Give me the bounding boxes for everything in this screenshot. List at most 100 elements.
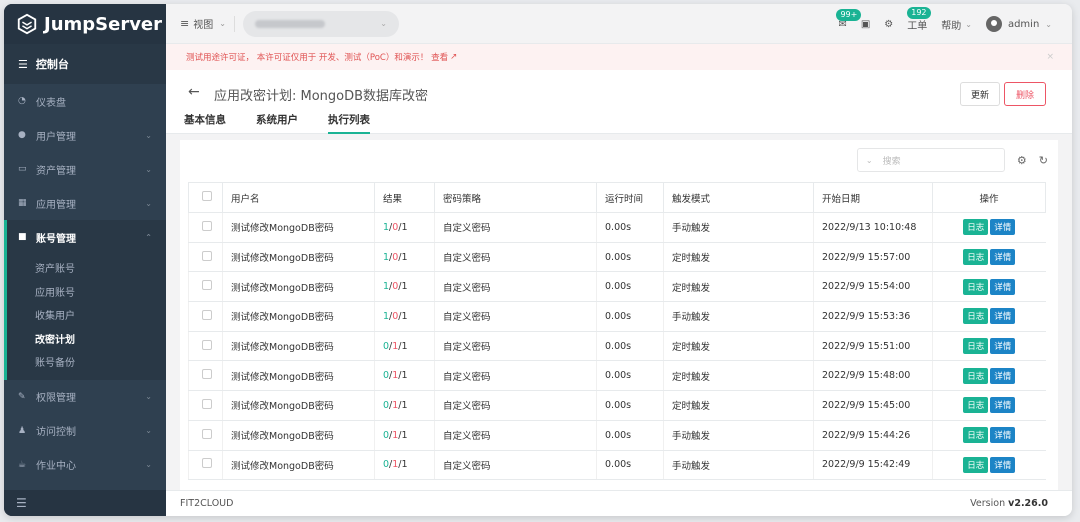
row-checkbox[interactable] — [202, 458, 212, 469]
detail-button[interactable]: 详情 — [990, 219, 1016, 236]
result-failed-count: 0 — [392, 281, 399, 293]
detail-button[interactable]: 详情 — [990, 278, 1016, 295]
collapse-sidebar-button[interactable]: ☰ — [4, 490, 166, 516]
sidebar-item-users[interactable]: ● 用户管理 ⌄ — [4, 118, 166, 152]
column-header-strategy[interactable]: 密码策略 — [434, 182, 597, 213]
log-button[interactable]: 日志 — [963, 338, 989, 355]
column-header-actions: 操作 — [932, 182, 1046, 213]
sidebar-item-label: 资产管理 — [36, 165, 76, 177]
log-button[interactable]: 日志 — [963, 278, 989, 295]
row-checkbox[interactable] — [202, 398, 212, 409]
users-icon: ● — [18, 130, 26, 140]
sidebar-item-ops[interactable]: ☕ 作业中心 ⌄ — [4, 448, 166, 482]
delete-button[interactable]: 删除 — [1004, 82, 1046, 106]
log-button[interactable]: 日志 — [963, 219, 989, 236]
submenu-item-account-backup[interactable]: 账号备份 — [7, 350, 166, 374]
row-checkbox[interactable] — [202, 339, 212, 350]
row-checkbox[interactable] — [202, 220, 212, 231]
sidebar-item-applications[interactable]: ▦ 应用管理 ⌄ — [4, 186, 166, 220]
column-header-start-date[interactable]: 开始日期 — [813, 182, 933, 213]
execution-list-card: ⌄ 搜索 ⚙ ↻ 用户名 结果 密码策略 运行时间 触发模式 开始日期 操作 测… — [180, 140, 1058, 490]
back-arrow-icon[interactable]: ← — [188, 84, 200, 100]
external-link-icon[interactable]: ↗ — [450, 52, 457, 62]
submenu-item-gathered-users[interactable]: 收集用户 — [7, 303, 166, 327]
row-checkbox[interactable] — [202, 309, 212, 320]
tab-system-users[interactable]: 系统用户 — [256, 112, 298, 134]
company-name: FIT2CLOUD — [180, 498, 234, 509]
search-input[interactable]: ⌄ 搜索 — [856, 148, 1005, 172]
help-menu[interactable]: 帮助 ⌄ — [941, 17, 972, 32]
cell-actions: 日志 详情 — [932, 271, 1046, 303]
table-row: 测试修改MongoDB密码 1/0/1 自定义密码 0.00s 手动触发 2022/9/9… — [188, 301, 1046, 332]
view-switch-button[interactable]: ≡ 视图 ⌄ — [180, 16, 226, 31]
refresh-icon[interactable]: ↻ — [1039, 154, 1048, 167]
user-menu[interactable]: admin ⌄ — [985, 16, 1052, 32]
column-header-trigger[interactable]: 触发模式 — [663, 182, 814, 213]
sidebar-item-accounts[interactable]: ■ 账号管理 ⌃ — [4, 220, 166, 254]
update-button[interactable]: 更新 — [960, 82, 1000, 106]
row-checkbox[interactable] — [202, 250, 212, 261]
select-all-checkbox[interactable] — [202, 191, 212, 201]
log-button[interactable]: 日志 — [963, 367, 989, 384]
cell-start-date: 2022/9/9 15:54:00 — [813, 271, 933, 303]
row-checkbox[interactable] — [202, 280, 212, 291]
log-button[interactable]: 日志 — [963, 249, 989, 266]
log-button[interactable]: 日志 — [963, 308, 989, 325]
table-row: 测试修改MongoDB密码 0/1/1 自定义密码 0.00s 定时触发 2022/9/9… — [188, 360, 1046, 392]
sidebar-item-dashboard[interactable]: ◔ 仪表盘 — [4, 84, 166, 118]
web-terminal-button[interactable]: ▣ — [861, 19, 870, 30]
submenu-item-change-plan[interactable]: 改密计划 — [7, 327, 166, 351]
column-header-result[interactable]: 结果 — [374, 182, 435, 213]
table-header-row: 用户名 结果 密码策略 运行时间 触发模式 开始日期 操作 — [188, 182, 1046, 213]
view-label: 视图 — [193, 20, 214, 31]
detail-button[interactable]: 详情 — [990, 367, 1016, 384]
detail-button[interactable]: 详情 — [990, 456, 1016, 473]
tab-execution-list[interactable]: 执行列表 — [328, 112, 370, 134]
gear-icon[interactable]: ⚙ — [1017, 154, 1027, 167]
sidebar-item-label: 应用管理 — [36, 199, 76, 211]
messages-button[interactable]: 99+ ✉ — [836, 8, 862, 30]
cell-runtime: 0.00s — [596, 420, 664, 451]
detail-button[interactable]: 详情 — [990, 397, 1016, 414]
collapse-icon: ☰ — [16, 496, 27, 510]
logo[interactable]: JumpServer — [4, 4, 166, 44]
close-icon[interactable]: × — [1046, 52, 1054, 62]
detail-button[interactable]: 详情 — [990, 249, 1016, 266]
log-button[interactable]: 日志 — [963, 427, 989, 444]
cell-runtime: 0.00s — [596, 242, 664, 273]
sidebar-item-access-control[interactable]: ♟ 访问控制 ⌄ — [4, 414, 166, 448]
chevron-down-icon: ⌄ — [219, 19, 226, 28]
settings-button[interactable]: ⚙ — [884, 19, 893, 30]
row-select-cell — [188, 271, 223, 303]
sidebar-item-permissions[interactable]: ✎ 权限管理 ⌄ — [4, 380, 166, 414]
log-button[interactable]: 日志 — [963, 397, 989, 414]
sidebar-item-assets[interactable]: ▭ 资产管理 ⌄ — [4, 152, 166, 186]
cell-trigger: 定时触发 — [663, 360, 814, 392]
row-checkbox[interactable] — [202, 369, 212, 380]
organization-select[interactable]: ⌄ — [242, 10, 399, 37]
avatar — [985, 16, 1002, 32]
row-checkbox[interactable] — [202, 428, 212, 439]
column-header-runtime[interactable]: 运行时间 — [596, 182, 664, 213]
log-button[interactable]: 日志 — [963, 456, 989, 473]
cell-actions: 日志 详情 — [932, 301, 1046, 332]
submenu-item-app-accounts[interactable]: 应用账号 — [7, 280, 166, 304]
cell-runtime: 0.00s — [596, 301, 664, 332]
tickets-button[interactable]: 192 工单 — [907, 6, 931, 32]
cell-strategy: 自定义密码 — [434, 420, 597, 451]
cell-result: 0/1/1 — [374, 450, 435, 481]
cell-runtime: 0.00s — [596, 271, 664, 303]
detail-button[interactable]: 详情 — [990, 338, 1016, 355]
column-header-username[interactable]: 用户名 — [222, 182, 375, 213]
tab-basic-info[interactable]: 基本信息 — [184, 112, 226, 134]
cell-trigger: 手动触发 — [663, 212, 814, 243]
detail-button[interactable]: 详情 — [990, 427, 1016, 444]
sidebar-item-label: 仪表盘 — [36, 97, 66, 109]
tabs: 基本信息 系统用户 执行列表 — [184, 112, 400, 134]
console-switch[interactable]: ☰ 控制台 — [4, 44, 166, 84]
tickets-label: 工单 — [907, 20, 928, 32]
version-info: Version v2.26.0 — [970, 498, 1048, 509]
submenu-item-asset-accounts[interactable]: 资产账号 — [7, 256, 166, 280]
detail-button[interactable]: 详情 — [990, 308, 1016, 325]
table-row: 测试修改MongoDB密码 0/1/1 自定义密码 0.00s 定时触发 2022/9/9… — [188, 331, 1046, 362]
